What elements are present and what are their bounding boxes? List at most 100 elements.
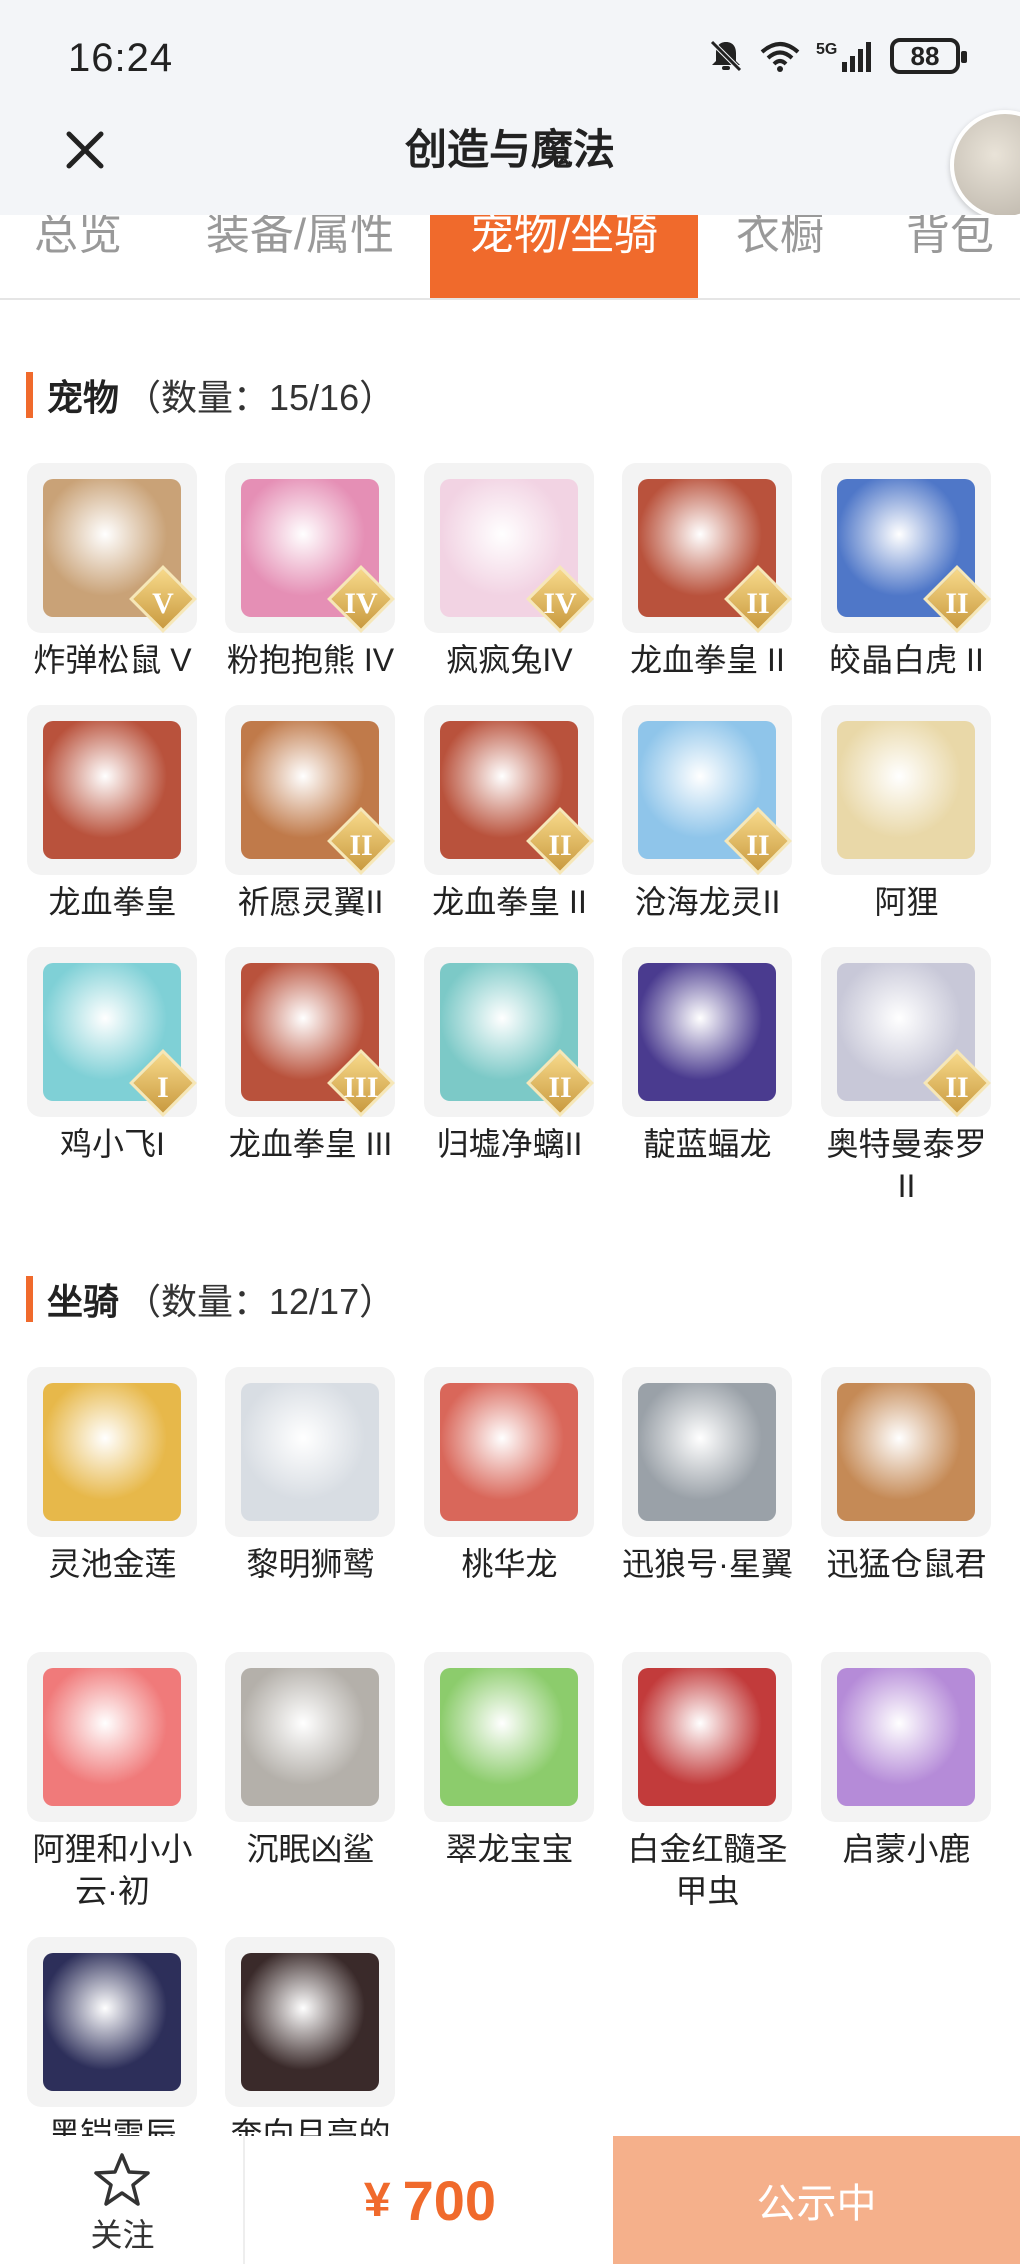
tab-wardrobe[interactable]: 衣橱: [720, 215, 840, 298]
section-accent-bar: [26, 1276, 33, 1322]
pet-thumbnail: I: [27, 947, 197, 1117]
pet-thumbnail: [27, 705, 197, 875]
mount-thumbnail: [27, 1937, 197, 2107]
mount-thumbnail: [225, 1367, 395, 1537]
mount-thumbnail: [27, 1367, 197, 1537]
pet-thumbnail: II: [225, 705, 395, 875]
pet-label: 阿狸: [874, 884, 939, 920]
pet-thumbnail: II: [424, 705, 594, 875]
pet-thumbnail: II: [821, 947, 991, 1117]
tier-badge-text: II: [746, 829, 770, 862]
tier-badge-text: II: [548, 829, 572, 862]
pet-thumbnail: II: [821, 463, 991, 633]
status-icons: 5G 88: [708, 38, 967, 74]
follow-button[interactable]: 关注: [0, 2136, 245, 2264]
follow-label: 关注: [90, 2217, 155, 2253]
mount-image: [638, 1668, 776, 1806]
mount-thumbnail: [622, 1367, 792, 1537]
mount-image: [43, 1953, 181, 2091]
pet-thumbnail: IV: [225, 463, 395, 633]
pets-section-title: 宠物 （数量：15/16）: [26, 372, 395, 418]
mount-image: [837, 1383, 975, 1521]
signal-icon: 5G: [816, 41, 871, 72]
page-title: 创造与魔法: [404, 126, 615, 173]
tier-badge-text: II: [945, 1071, 969, 1104]
tier-badge-text: IV: [543, 587, 577, 620]
pet-label: 龙血拳皇 II: [630, 642, 785, 678]
mount-label: 沉眠凶鲨: [246, 1831, 375, 1867]
bottom-bar: 关注 ¥ 700 公示中: [0, 2136, 1020, 2264]
mount-label: 迅狼号·星翼: [622, 1546, 793, 1582]
pet-thumbnail: II: [622, 705, 792, 875]
mount-image: [241, 1668, 379, 1806]
price: ¥ 700: [245, 2136, 615, 2264]
mount-label: 灵池金莲: [48, 1546, 177, 1582]
mute-icon: [710, 40, 742, 72]
mounts-section-title: 坐骑 （数量：12/17）: [26, 1276, 395, 1322]
pet-label: 粉抱抱熊 IV: [226, 642, 395, 678]
tab-equipment[interactable]: 装备/属性: [190, 215, 410, 298]
pet-thumbnail: II: [622, 463, 792, 633]
top-bar: 16:24 5G 88 创造与魔法: [0, 0, 1020, 220]
section-accent-bar: [26, 372, 33, 418]
pet-thumbnail: II: [424, 947, 594, 1117]
tier-badge-text: I: [157, 1071, 169, 1104]
mount-thumbnail: [225, 1652, 395, 1822]
pet-thumbnail: [821, 705, 991, 875]
tab-overview[interactable]: 总览: [18, 215, 138, 298]
mount-label: 阿狸和小小云·初: [32, 1831, 193, 1909]
tier-badge-text: II: [945, 587, 969, 620]
status-button[interactable]: 公示中: [613, 2136, 1020, 2264]
status-time: 16:24: [68, 36, 174, 80]
pet-thumbnail: IV: [424, 463, 594, 633]
pet-image: [43, 721, 181, 859]
mounts-title: 坐骑: [47, 1281, 120, 1322]
mount-thumbnail: [225, 1937, 395, 2107]
mount-image: [837, 1668, 975, 1806]
tier-badge-text: V: [152, 587, 174, 620]
mount-image: [43, 1383, 181, 1521]
tier-badge-text: III: [343, 1071, 379, 1104]
tab-bar: 总览 装备/属性 宠物/坐骑 衣橱 背包: [0, 215, 1020, 300]
pet-image: [837, 721, 975, 859]
mount-thumbnail: [424, 1652, 594, 1822]
pet-label: 龙血拳皇 III: [228, 1126, 393, 1162]
mounts-count: （数量：12/17）: [125, 1281, 396, 1322]
tier-badge-text: II: [746, 587, 770, 620]
pet-label: 疯疯兔IV: [446, 642, 573, 678]
mount-image: [43, 1668, 181, 1806]
page-header: 创造与魔法: [0, 110, 1020, 220]
mount-thumbnail: [622, 1652, 792, 1822]
pet-thumbnail: V: [27, 463, 197, 633]
mount-label: 黎明狮鹫: [246, 1546, 375, 1582]
tier-badge-text: II: [548, 1071, 572, 1104]
pet-label: 奥特曼泰罗 II: [826, 1126, 987, 1204]
pet-label: 鸡小飞I: [60, 1126, 165, 1162]
pet-label: 祈愿灵翼II: [237, 884, 384, 920]
pet-thumbnail: III: [225, 947, 395, 1117]
mount-image: [440, 1383, 578, 1521]
star-icon: [94, 2153, 150, 2206]
mount-label: 迅猛仓鼠君: [826, 1546, 987, 1582]
pet-label: 归墟净螭II: [436, 1126, 583, 1162]
pet-label: 沧海龙灵II: [634, 884, 781, 920]
price-currency: ¥: [363, 2173, 391, 2227]
mount-label: 启蒙小鹿: [842, 1831, 971, 1867]
status-bar: 16:24 5G 88: [0, 0, 1020, 110]
pets-title: 宠物: [47, 377, 120, 418]
mount-thumbnail: [821, 1367, 991, 1537]
tab-pets-mounts[interactable]: 宠物/坐骑: [430, 215, 698, 298]
mount-label: 白金红髓圣甲虫: [627, 1831, 788, 1909]
mount-image: [241, 1383, 379, 1521]
price-value: 700: [402, 2168, 497, 2232]
svg-text:5G: 5G: [816, 41, 837, 58]
pet-label: 皎晶白虎 II: [829, 642, 984, 678]
wifi-icon: [760, 42, 800, 72]
tier-badge-text: II: [349, 829, 373, 862]
pets-count: （数量：15/16）: [125, 377, 396, 418]
mount-thumbnail: [27, 1652, 197, 1822]
battery-icon: 88: [890, 38, 967, 74]
mount-label: 桃华龙: [461, 1546, 558, 1582]
tab-backpack[interactable]: 背包: [880, 215, 1020, 298]
pet-label: 龙血拳皇 II: [432, 884, 587, 920]
